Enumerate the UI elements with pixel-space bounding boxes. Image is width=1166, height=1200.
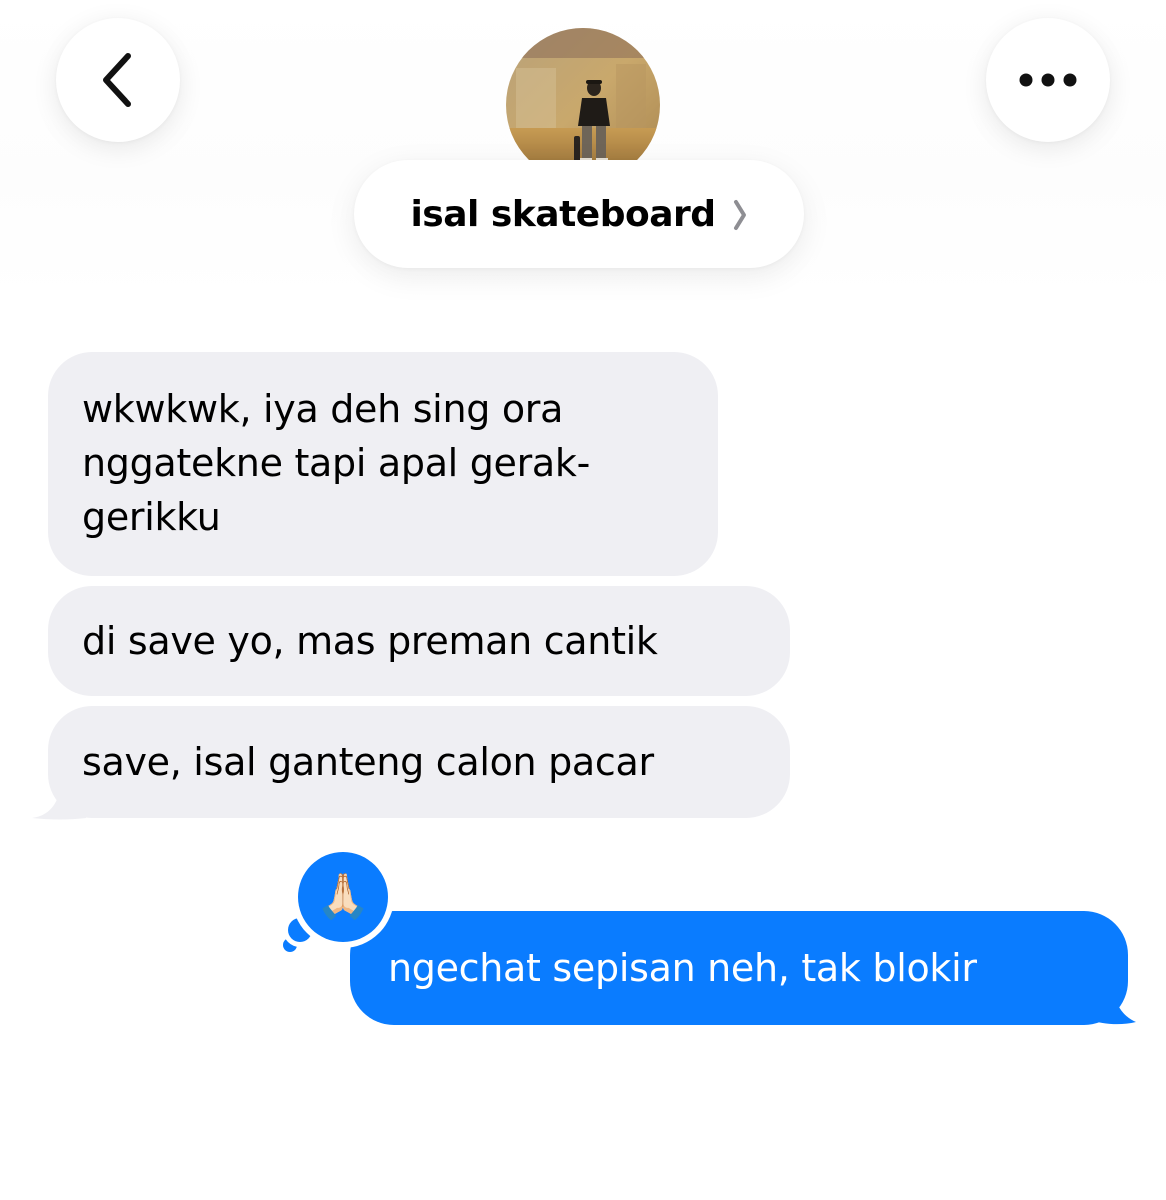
incoming-message[interactable]: save, isal ganteng calon pacar [48, 706, 790, 818]
contact-name: isal skateboard [410, 193, 716, 235]
outgoing-message[interactable]: ngechat sepisan neh, tak blokir [350, 911, 1128, 1025]
more-options-button[interactable] [986, 18, 1110, 142]
message-text: di save yo, mas preman cantik [82, 619, 658, 663]
message-reaction[interactable]: 🙏🏻 [298, 852, 388, 942]
contact-avatar[interactable] [506, 28, 660, 182]
chevron-right-icon [732, 198, 748, 232]
message-text: ngechat sepisan neh, tak blokir [388, 946, 977, 990]
incoming-message[interactable]: di save yo, mas preman cantik [48, 586, 790, 696]
profile-photo [506, 28, 660, 182]
contact-name-pill[interactable]: isal skateboard [354, 160, 804, 268]
back-button[interactable] [56, 18, 180, 142]
chevron-left-icon [96, 50, 140, 110]
incoming-message[interactable]: wkwkwk, iya deh sing ora nggatekne tapi … [48, 352, 718, 576]
praying-hands-icon: 🙏🏻 [315, 872, 371, 921]
incoming-bubble-tail [32, 790, 86, 820]
ellipsis-icon [1018, 72, 1078, 88]
message-text: save, isal ganteng calon pacar [82, 740, 654, 784]
outgoing-bubble-tail [1090, 988, 1136, 1025]
message-text: wkwkwk, iya deh sing ora nggatekne tapi … [82, 387, 591, 539]
